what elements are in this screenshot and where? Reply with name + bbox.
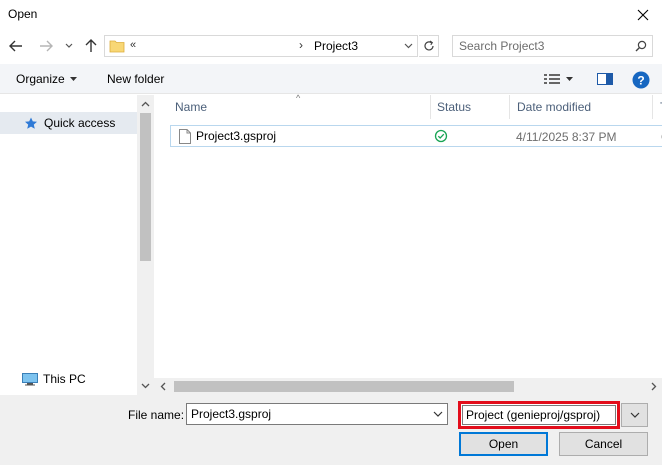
file-type-dropdown-button[interactable] bbox=[621, 403, 648, 427]
title-bar: Open bbox=[0, 0, 662, 30]
arrow-up-icon bbox=[85, 39, 97, 52]
navigation-pane: Quick access This PC bbox=[0, 95, 154, 395]
help-button[interactable]: ? bbox=[630, 69, 652, 91]
svg-text:?: ? bbox=[637, 73, 644, 87]
table-row[interactable]: Project3.gsproj 4/11/2025 8:37 PM G bbox=[170, 125, 662, 147]
column-header-label: Name bbox=[175, 100, 208, 114]
nav-scrollbar[interactable] bbox=[137, 95, 154, 395]
file-name-combobox[interactable] bbox=[186, 403, 448, 425]
preview-pane-icon bbox=[597, 73, 613, 85]
file-date-modified: 4/11/2025 8:37 PM bbox=[516, 130, 617, 144]
file-type-select[interactable]: Project (genieproj/gsproj) bbox=[458, 401, 620, 429]
back-button[interactable] bbox=[4, 34, 28, 58]
window-title: Open bbox=[8, 7, 38, 21]
forward-button[interactable] bbox=[34, 34, 58, 58]
file-type-value: Project (genieproj/gsproj) bbox=[462, 405, 616, 425]
organize-label: Organize bbox=[16, 72, 65, 86]
organize-button[interactable]: Organize bbox=[8, 70, 85, 88]
chevron-left-icon bbox=[160, 382, 165, 391]
folder-icon bbox=[109, 40, 125, 53]
address-crumb-project3[interactable]: Project3 bbox=[314, 39, 358, 53]
up-button[interactable] bbox=[80, 34, 102, 58]
check-circle-icon bbox=[434, 129, 448, 143]
arrow-right-icon bbox=[40, 40, 53, 52]
scroll-right-button[interactable] bbox=[645, 378, 662, 395]
recent-locations-button[interactable] bbox=[62, 34, 76, 58]
scroll-up-button[interactable] bbox=[137, 97, 154, 111]
address-separator[interactable]: › bbox=[299, 38, 303, 52]
search-icon[interactable] bbox=[633, 38, 649, 54]
chevron-down-icon bbox=[404, 43, 412, 49]
caret-down-icon bbox=[565, 77, 573, 81]
scroll-thumb[interactable] bbox=[140, 113, 151, 261]
nav-item-label: This PC bbox=[43, 372, 86, 386]
column-header-date-modified[interactable]: Date modified bbox=[510, 95, 653, 119]
document-icon bbox=[179, 129, 191, 144]
column-header-status[interactable]: Status bbox=[430, 95, 510, 119]
horizontal-scrollbar[interactable] bbox=[154, 378, 662, 395]
command-bar: Organize New folder ? bbox=[0, 64, 662, 94]
file-name-label: File name: bbox=[128, 408, 185, 422]
chevron-down-icon bbox=[65, 43, 73, 48]
caret-down-icon bbox=[69, 77, 77, 81]
open-button[interactable]: Open bbox=[459, 432, 548, 456]
address-bar[interactable]: « › Project3 bbox=[104, 35, 418, 57]
chevron-down-icon bbox=[433, 411, 443, 417]
close-button[interactable] bbox=[624, 0, 662, 30]
nav-item-label: Quick access bbox=[44, 116, 116, 130]
arrow-left-icon bbox=[9, 40, 22, 52]
refresh-icon bbox=[423, 40, 434, 51]
file-name-input[interactable] bbox=[187, 404, 427, 424]
details-view-icon bbox=[543, 74, 560, 84]
scroll-left-button[interactable] bbox=[154, 378, 171, 395]
file-name: Project3.gsproj bbox=[196, 129, 277, 143]
close-icon bbox=[637, 9, 649, 21]
scroll-thumb[interactable] bbox=[174, 381, 514, 392]
address-dropdown-button[interactable] bbox=[400, 38, 416, 54]
preview-pane-button[interactable] bbox=[594, 70, 616, 88]
cancel-button[interactable]: Cancel bbox=[559, 432, 648, 456]
chevron-up-icon bbox=[141, 101, 150, 107]
search-input[interactable] bbox=[453, 36, 633, 56]
sort-ascending-icon: ^ bbox=[296, 93, 301, 103]
nav-item-this-pc[interactable]: This PC bbox=[0, 368, 137, 390]
chevron-right-icon bbox=[651, 382, 656, 391]
chevron-down-icon bbox=[141, 383, 150, 389]
file-name-dropdown-button[interactable] bbox=[430, 406, 446, 422]
star-pin-icon bbox=[25, 117, 37, 129]
chevron-down-icon bbox=[630, 412, 639, 418]
file-list: Name ^ Status Date modified T Project3.g… bbox=[164, 93, 662, 395]
help-icon: ? bbox=[632, 71, 650, 89]
new-folder-button[interactable]: New folder bbox=[99, 70, 172, 88]
nav-item-quick-access[interactable]: Quick access bbox=[0, 112, 137, 134]
column-header-type[interactable]: T bbox=[653, 95, 662, 119]
change-view-button[interactable] bbox=[538, 70, 578, 88]
column-header-name[interactable]: Name ^ bbox=[168, 93, 431, 119]
scroll-down-button[interactable] bbox=[137, 379, 154, 393]
address-overflow[interactable]: « bbox=[130, 39, 136, 51]
dialog-footer: File name: Project (genieproj/gsproj) Op… bbox=[0, 395, 662, 465]
search-box[interactable] bbox=[452, 35, 653, 57]
refresh-button[interactable] bbox=[419, 35, 439, 57]
monitor-icon bbox=[22, 372, 38, 385]
